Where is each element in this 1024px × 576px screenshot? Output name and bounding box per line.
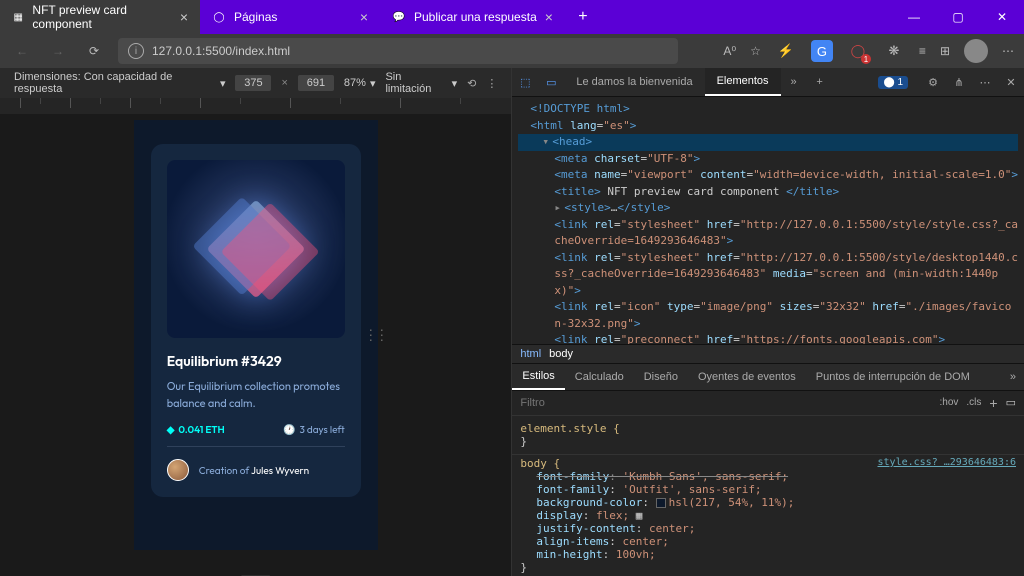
tab-label: NFT preview card component bbox=[32, 3, 171, 31]
forward-button[interactable]: → bbox=[46, 39, 70, 63]
close-devtools-icon[interactable]: ✕ bbox=[998, 76, 1024, 89]
profile-avatar[interactable] bbox=[964, 39, 988, 63]
cube-art bbox=[206, 200, 305, 299]
new-tab-button[interactable]: + bbox=[565, 0, 601, 34]
reload-button[interactable]: ⟳ bbox=[82, 39, 106, 63]
tab-listeners[interactable]: Oyentes de eventos bbox=[688, 364, 806, 389]
author-avatar bbox=[167, 459, 189, 481]
title-bar: ▦ NFT preview card component × ◯ Páginas… bbox=[0, 0, 1024, 34]
ruler bbox=[0, 98, 511, 114]
collections-icon[interactable]: ⊞ bbox=[940, 44, 950, 58]
extension-icon[interactable]: ❋ bbox=[883, 40, 905, 62]
customize-icon[interactable]: ⋔ bbox=[946, 76, 972, 89]
translate-icon[interactable]: G bbox=[811, 40, 833, 62]
nft-description: Our Equilibrium collection promotes bala… bbox=[167, 378, 345, 411]
dom-tree[interactable]: <!DOCTYPE html> <html lang="es"> ▾<head>… bbox=[512, 97, 1024, 344]
nft-card: Equilibrium #3429 Our Equilibrium collec… bbox=[151, 144, 361, 497]
browser-tab-1[interactable]: ◯ Páginas × bbox=[200, 0, 380, 34]
tab-label: Páginas bbox=[234, 10, 277, 24]
extension-icon[interactable]: ⚡ bbox=[775, 40, 797, 62]
close-icon[interactable]: × bbox=[180, 9, 188, 25]
add-tab-icon[interactable]: + bbox=[807, 76, 833, 88]
styles-tabs: Estilos Calculado Diseño Oyentes de even… bbox=[512, 363, 1024, 390]
rule-body: body {style.css? …293646483:6 font-famil… bbox=[512, 455, 1024, 576]
settings-icon[interactable]: ⚙ bbox=[920, 76, 946, 89]
rule-element-style: element.style { } bbox=[512, 420, 1024, 455]
resize-handle-bottom[interactable]: ════ bbox=[236, 572, 276, 576]
tab-welcome[interactable]: Le damos la bienvenida bbox=[564, 68, 704, 96]
styles-pane[interactable]: element.style { } body {style.css? …2936… bbox=[512, 416, 1024, 576]
browser-toolbar: ← → ⟳ i 127.0.0.1:5500/index.html A⁰ ☆ ⚡… bbox=[0, 34, 1024, 68]
tab-computed[interactable]: Calculado bbox=[565, 364, 634, 389]
browser-tab-2[interactable]: 💬 Publicar una respuesta × bbox=[380, 0, 565, 34]
hov-toggle[interactable]: :hov bbox=[940, 397, 959, 408]
price-label: 0.041 ETH bbox=[167, 423, 225, 436]
resize-handle-right[interactable]: ⋮⋮ bbox=[364, 327, 386, 344]
tab-label: Publicar una respuesta bbox=[414, 10, 537, 24]
cls-toggle[interactable]: .cls bbox=[966, 397, 981, 408]
tab-elements[interactable]: Elementos bbox=[705, 68, 781, 96]
maximize-button[interactable]: ▢ bbox=[936, 0, 980, 34]
close-button[interactable]: ✕ bbox=[980, 0, 1024, 34]
device-frame: Equilibrium #3429 Our Equilibrium collec… bbox=[134, 120, 378, 550]
viewport-area: Equilibrium #3429 Our Equilibrium collec… bbox=[0, 114, 511, 576]
rotate-icon[interactable]: ⟲ bbox=[467, 77, 476, 90]
styles-filter: :hov .cls + ▭ bbox=[512, 391, 1024, 416]
github-icon: ◯ bbox=[212, 10, 226, 24]
read-aloud-icon[interactable]: A⁰ bbox=[723, 44, 736, 58]
divider bbox=[167, 446, 345, 447]
more-tabs-icon[interactable]: » bbox=[781, 76, 807, 88]
height-input[interactable]: 691 bbox=[298, 75, 334, 91]
new-rule-icon[interactable]: + bbox=[989, 395, 997, 411]
width-input[interactable]: 375 bbox=[235, 75, 271, 91]
close-icon[interactable]: × bbox=[360, 9, 368, 25]
nft-title[interactable]: Equilibrium #3429 bbox=[167, 352, 345, 370]
author-name[interactable]: Jules Wyvern bbox=[251, 464, 309, 477]
tab-breakpoints[interactable]: Puntos de interrupción de DOM bbox=[806, 364, 980, 389]
computed-toggle-icon[interactable]: ▭ bbox=[1006, 396, 1016, 409]
device-toolbar: Dimensiones: Con capacidad de respuesta … bbox=[0, 68, 511, 98]
crumb-body[interactable]: body bbox=[549, 348, 573, 360]
throttle-dropdown[interactable]: Sin limitación ▾ bbox=[385, 71, 457, 95]
file-icon: ▦ bbox=[12, 10, 24, 24]
adblock-icon[interactable]: ◯ bbox=[847, 40, 869, 62]
devtools-panel: ⬚ ▭ Le damos la bienvenida Elementos » +… bbox=[512, 68, 1024, 576]
more-tabs-icon[interactable]: » bbox=[1002, 371, 1024, 383]
window-controls: — ▢ ✕ bbox=[892, 0, 1024, 34]
favorites-bar-icon[interactable]: ≡ bbox=[919, 44, 926, 58]
favorite-icon[interactable]: ☆ bbox=[750, 44, 761, 58]
x-label: × bbox=[281, 77, 287, 89]
nft-image[interactable] bbox=[167, 160, 345, 338]
author-row: Creation of Jules Wyvern bbox=[167, 459, 345, 481]
tab-styles[interactable]: Estilos bbox=[512, 364, 564, 389]
inspect-icon[interactable]: ⬚ bbox=[512, 76, 538, 89]
more-icon[interactable]: ⋯ bbox=[972, 76, 998, 89]
browser-tab-0[interactable]: ▦ NFT preview card component × bbox=[0, 0, 200, 34]
more-icon[interactable]: ⋮ bbox=[486, 77, 497, 90]
minimize-button[interactable]: — bbox=[892, 0, 936, 34]
url-text: 127.0.0.1:5500/index.html bbox=[152, 44, 290, 58]
address-bar[interactable]: i 127.0.0.1:5500/index.html bbox=[118, 38, 678, 64]
page-viewport-panel: Dimensiones: Con capacidad de respuesta … bbox=[0, 68, 512, 576]
back-button[interactable]: ← bbox=[10, 39, 34, 63]
info-icon[interactable]: i bbox=[128, 43, 144, 59]
menu-icon[interactable]: ⋯ bbox=[1002, 44, 1014, 58]
crumb-html[interactable]: html bbox=[520, 348, 541, 360]
head-node[interactable]: ▾<head> bbox=[518, 134, 1018, 151]
breadcrumb[interactable]: html body bbox=[512, 344, 1024, 363]
chat-icon: 💬 bbox=[392, 10, 406, 24]
filter-input[interactable] bbox=[520, 397, 931, 409]
close-icon[interactable]: × bbox=[545, 9, 553, 25]
dimensions-dropdown[interactable]: Dimensiones: Con capacidad de respuesta … bbox=[14, 71, 225, 95]
device-toggle-icon[interactable]: ▭ bbox=[538, 76, 564, 89]
devtools-tabs: ⬚ ▭ Le damos la bienvenida Elementos » +… bbox=[512, 68, 1024, 97]
issues-badge[interactable]: ⬤ 1 bbox=[866, 68, 920, 96]
time-left-label: 3 days left bbox=[283, 423, 345, 436]
zoom-dropdown[interactable]: 87% ▾ bbox=[344, 77, 376, 90]
tab-layout[interactable]: Diseño bbox=[634, 364, 688, 389]
